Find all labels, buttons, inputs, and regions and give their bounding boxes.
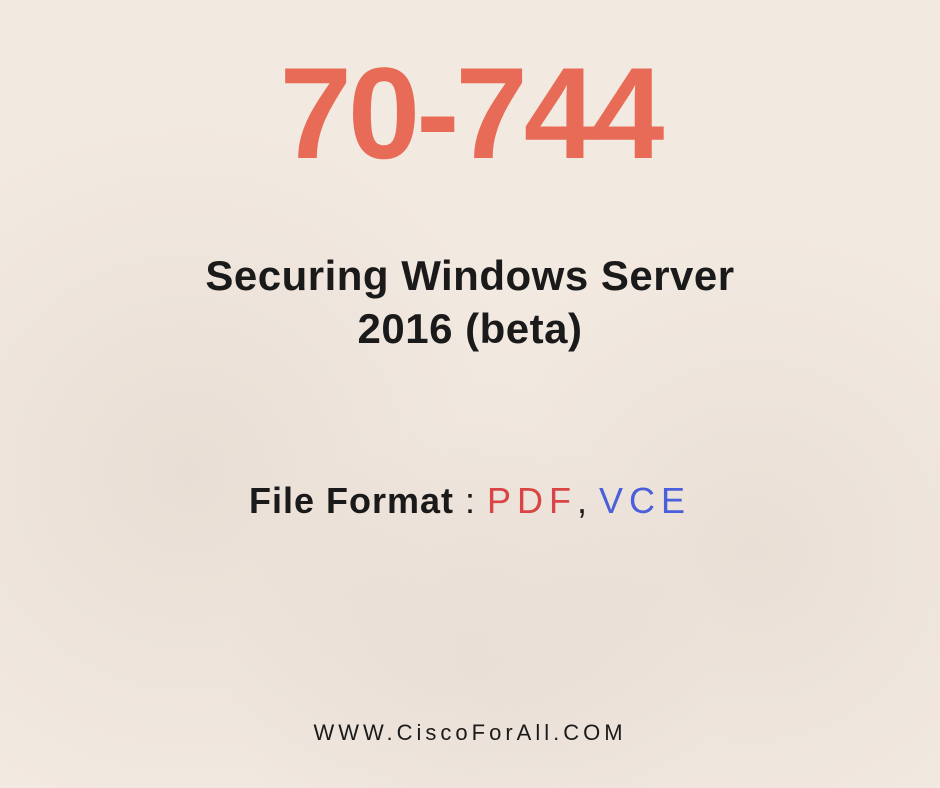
file-format-label: File Format	[249, 480, 454, 521]
file-format-colon: :	[454, 480, 487, 521]
file-format-line: File Format : PDF, VCE	[249, 480, 691, 522]
exam-title-line1: Securing Windows Server	[205, 252, 734, 299]
format-vce: VCE	[599, 480, 691, 521]
exam-title: Securing Windows Server 2016 (beta)	[205, 250, 734, 355]
exam-code: 70-744	[280, 38, 661, 188]
format-comma: ,	[577, 480, 599, 521]
website-url: WWW.CiscoForAll.COM	[313, 720, 626, 746]
exam-title-line2: 2016 (beta)	[358, 305, 583, 352]
format-pdf: PDF	[487, 480, 577, 521]
